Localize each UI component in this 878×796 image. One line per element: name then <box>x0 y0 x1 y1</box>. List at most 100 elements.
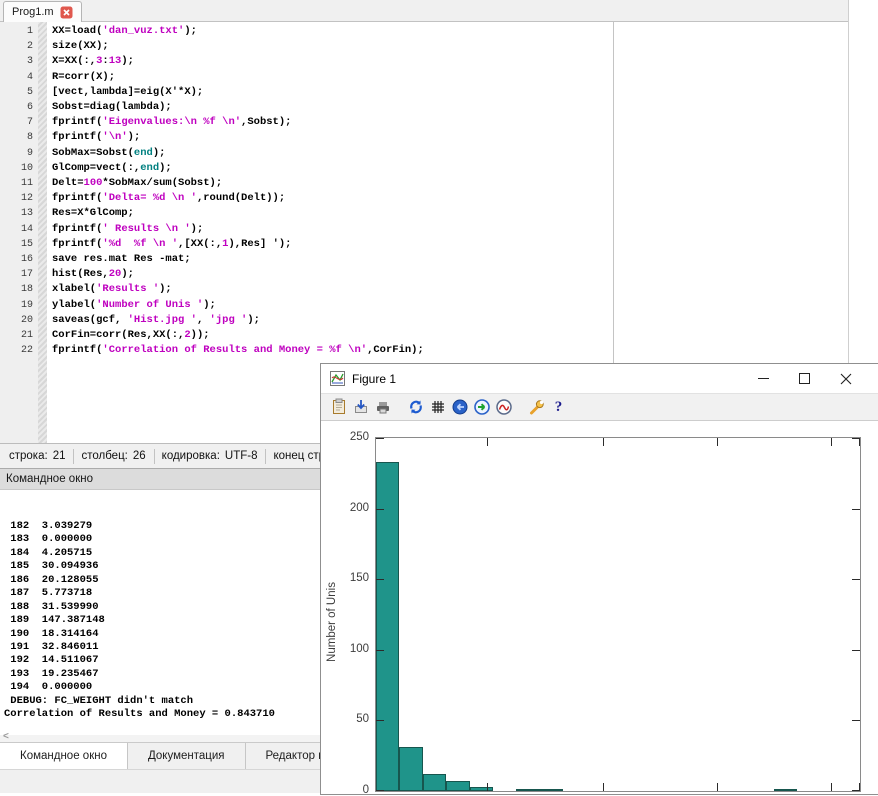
editor-tab-prog1[interactable]: Prog1.m <box>3 1 82 22</box>
editor-tab-label: Prog1.m <box>12 6 54 18</box>
code-token: GlComp=vect(:, <box>52 162 140 174</box>
code-token: ); <box>191 223 204 235</box>
y-tick-right <box>852 509 860 510</box>
code-token: ,CorFin); <box>367 344 424 356</box>
editor-gutter: 12345678910111213141516171819202122 <box>0 22 38 443</box>
code-line: X=XX(:,3:13); <box>52 54 848 69</box>
code-token: XX=load( <box>52 25 102 37</box>
close-button[interactable] <box>825 364 866 393</box>
code-line: R=corr(X); <box>52 70 848 85</box>
code-token: fprintf( <box>52 192 102 204</box>
line-number: 16 <box>0 252 38 267</box>
status-value: 21 <box>53 450 66 462</box>
tab-documentation[interactable]: Документация <box>128 743 246 769</box>
code-line: fprintf('Eigenvalues:\n %f \n',Sobst); <box>52 115 848 130</box>
code-token: '\n' <box>102 131 127 143</box>
y-tick <box>376 790 384 791</box>
code-line: Delt=100*SobMax/sum(Sobst); <box>52 176 848 191</box>
code-line: GlComp=vect(:,end); <box>52 161 848 176</box>
code-token: end <box>140 162 159 174</box>
clipboard-icon[interactable] <box>328 397 349 417</box>
help-icon[interactable]: ? <box>548 397 569 417</box>
code-line: save res.mat Res -mat; <box>52 252 848 267</box>
line-number: 3 <box>0 54 38 69</box>
code-line: XX=load('dan_vuz.txt'); <box>52 24 848 39</box>
code-token: ),Res] '); <box>228 238 291 250</box>
line-number: 1 <box>0 24 38 39</box>
code-token: Res=X*GlComp; <box>52 207 134 219</box>
code-line: size(XX); <box>52 39 848 54</box>
grid-icon[interactable] <box>427 397 448 417</box>
code-token: ylabel( <box>52 299 96 311</box>
line-number: 20 <box>0 313 38 328</box>
y-tick-label: 0 <box>337 784 369 796</box>
status-value: UTF-8 <box>225 450 258 462</box>
code-token: fprintf( <box>52 238 102 250</box>
code-token: )); <box>191 329 210 341</box>
maximize-button[interactable] <box>784 364 825 393</box>
code-token: fprintf( <box>52 131 102 143</box>
y-tick-label: 100 <box>337 643 369 655</box>
autoscale-icon[interactable] <box>493 397 514 417</box>
figure-title-bar[interactable]: Figure 1 <box>321 364 878 393</box>
tab-command-window[interactable]: Командное окно <box>0 743 128 769</box>
line-number: 11 <box>0 176 38 191</box>
line-number: 19 <box>0 298 38 313</box>
code-token: Sobst=diag(lambda); <box>52 101 172 113</box>
code-token: xlabel( <box>52 283 96 295</box>
code-token: ); <box>121 268 134 280</box>
code-line: fprintf('\n'); <box>52 130 848 145</box>
x-tick <box>603 783 604 791</box>
code-token: ); <box>159 162 172 174</box>
code-token: hist(Res, <box>52 268 109 280</box>
code-token: end <box>134 147 153 159</box>
code-line: fprintf('Delta= %d \n ',round(Delt)); <box>52 191 848 206</box>
line-number: 15 <box>0 237 38 252</box>
code-token: ,Sobst); <box>241 116 291 128</box>
code-token: 'Hist.jpg ' <box>128 314 197 326</box>
refresh-icon[interactable] <box>405 397 426 417</box>
code-token: 20 <box>109 268 122 280</box>
code-line: Sobst=diag(lambda); <box>52 100 848 115</box>
save-icon[interactable] <box>350 397 371 417</box>
code-token: R=corr(X); <box>52 71 115 83</box>
y-tick <box>376 720 384 721</box>
code-token: 'dan_vuz.txt' <box>102 25 184 37</box>
code-token: ); <box>153 147 166 159</box>
code-token: 100 <box>84 177 103 189</box>
figure-canvas[interactable]: 050100150200250 Number of Unis <box>321 422 878 794</box>
histogram-bar <box>399 747 422 791</box>
tools-icon[interactable] <box>526 397 547 417</box>
figure-window: Figure 1 <box>320 363 878 795</box>
code-token: 13 <box>109 55 122 67</box>
code-token: size(XX); <box>52 40 109 52</box>
histogram-bar <box>540 789 563 791</box>
x-tick <box>831 783 832 791</box>
code-token: , <box>197 314 210 326</box>
status-separator <box>265 449 266 464</box>
y-tick-right <box>852 650 860 651</box>
code-line: [vect,lambda]=eig(X'*X); <box>52 85 848 100</box>
print-icon[interactable] <box>372 397 393 417</box>
line-number: 10 <box>0 161 38 176</box>
histogram-bar <box>516 789 539 791</box>
histogram-bar <box>470 787 493 791</box>
pan-right-icon[interactable] <box>471 397 492 417</box>
histogram-bar <box>376 462 399 791</box>
y-tick-label: 200 <box>337 502 369 514</box>
code-token: save res.mat Res -mat; <box>52 253 191 265</box>
scroll-left-icon[interactable]: < <box>3 731 9 742</box>
minimize-button[interactable] <box>743 364 784 393</box>
code-token: 'Number of Unis ' <box>96 299 203 311</box>
close-icon[interactable] <box>60 6 73 19</box>
x-tick-top <box>831 438 832 446</box>
code-line: hist(Res,20); <box>52 267 848 282</box>
line-number: 9 <box>0 146 38 161</box>
y-tick-right <box>852 579 860 580</box>
x-tick-top <box>859 438 860 446</box>
line-number: 4 <box>0 70 38 85</box>
pan-left-icon[interactable] <box>449 397 470 417</box>
code-line: CorFin=corr(Res,XX(:,2)); <box>52 328 848 343</box>
code-line: saveas(gcf, 'Hist.jpg ', 'jpg '); <box>52 313 848 328</box>
code-token: fprintf( <box>52 116 102 128</box>
